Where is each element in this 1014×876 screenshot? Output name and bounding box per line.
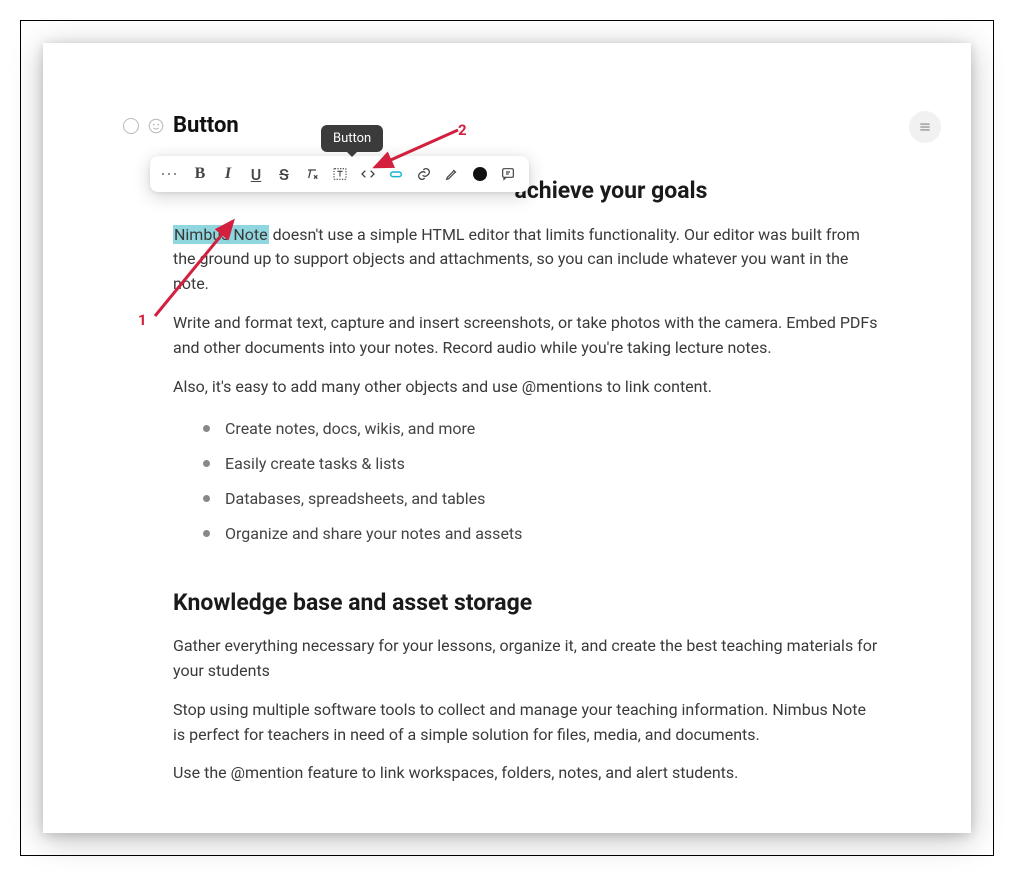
formatting-toolbar: ⋯ B I U S (150, 156, 529, 192)
list-item[interactable]: Databases, spreadsheets, and tables (203, 487, 881, 512)
paragraph-1-rest: doesn't use a simple HTML editor that li… (173, 225, 860, 294)
paragraph-2[interactable]: Write and format text, capture and inser… (173, 311, 881, 361)
button-insert-button[interactable] (383, 161, 409, 187)
strikethrough-button[interactable]: S (271, 161, 297, 187)
list-item[interactable]: Create notes, docs, wikis, and more (203, 417, 881, 442)
list-item[interactable]: Easily create tasks & lists (203, 452, 881, 477)
paragraph-5[interactable]: Stop using multiple software tools to co… (173, 698, 881, 748)
underline-button[interactable]: U (243, 161, 269, 187)
status-circle-icon[interactable] (123, 118, 139, 134)
selected-text[interactable]: Nimbus Note (173, 225, 269, 244)
heading-2[interactable]: Knowledge base and asset storage (173, 585, 881, 621)
paragraph-6[interactable]: Use the @mention feature to link workspa… (173, 761, 881, 786)
note-content: XXXXXXXXXXXXXXXXXXXXXXX achieve your goa… (173, 173, 881, 786)
list-item[interactable]: Organize and share your notes and assets (203, 522, 881, 547)
section-2: Knowledge base and asset storage Gather … (173, 585, 881, 787)
paragraph-3[interactable]: Also, it's easy to add many other object… (173, 375, 881, 400)
title-row: Button (123, 113, 911, 138)
color-dot-icon (473, 167, 487, 181)
code-button[interactable] (355, 161, 381, 187)
text-format-button[interactable] (327, 161, 353, 187)
heading-1-suffix: achieve your goals (515, 177, 708, 204)
emoji-picker-icon[interactable] (147, 117, 165, 135)
toolbar-more-icon[interactable]: ⋯ (158, 164, 185, 185)
paragraph-1[interactable]: Nimbus Note doesn't use a simple HTML ed… (173, 223, 881, 297)
comment-button[interactable] (495, 161, 521, 187)
paragraph-4[interactable]: Gather everything necessary for your les… (173, 634, 881, 684)
clear-format-button[interactable] (299, 161, 325, 187)
bold-button[interactable]: B (187, 161, 213, 187)
link-button[interactable] (411, 161, 437, 187)
italic-button[interactable]: I (215, 161, 241, 187)
text-color-button[interactable] (467, 161, 493, 187)
note-panel: Button XXXXXXXXXXXXXXXXXXXXXXX achieve y… (43, 43, 971, 833)
bullet-list: Create notes, docs, wikis, and more Easi… (203, 417, 881, 546)
page-title[interactable]: Button (173, 113, 239, 138)
highlight-button[interactable] (439, 161, 465, 187)
more-menu-button[interactable] (909, 111, 941, 143)
tooltip: Button (321, 125, 383, 152)
annotation-number-1: 1 (138, 311, 147, 329)
